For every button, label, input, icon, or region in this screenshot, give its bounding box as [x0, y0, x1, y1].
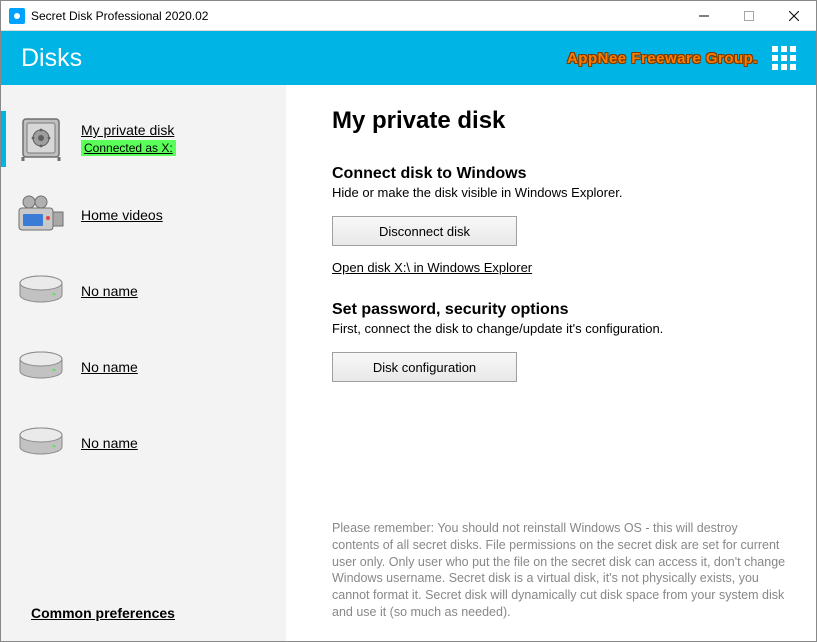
disk-item-noname-1[interactable]: No name — [1, 259, 286, 323]
close-button[interactable] — [771, 1, 816, 30]
camcorder-icon — [15, 191, 67, 239]
app-icon — [9, 8, 25, 24]
header: Disks AppNee Freeware Group. — [1, 31, 816, 85]
main-content: My private disk Connect disk to Windows … — [286, 85, 816, 641]
disk-config-button[interactable]: Disk configuration — [332, 352, 517, 382]
disk-item-private[interactable]: My private disk Connected as X: — [1, 107, 286, 171]
main-title: My private disk — [332, 107, 788, 135]
disconnect-button[interactable]: Disconnect disk — [332, 216, 517, 246]
connect-desc: Hide or make the disk visible in Windows… — [332, 185, 788, 200]
disk-label: No name — [81, 435, 138, 451]
disk-label: My private disk — [81, 122, 174, 138]
disk-item-noname-3[interactable]: No name — [1, 411, 286, 475]
window-title: Secret Disk Professional 2020.02 — [31, 9, 681, 23]
disk-item-noname-2[interactable]: No name — [1, 335, 286, 399]
page-title: Disks — [21, 44, 567, 73]
minimize-button[interactable] — [681, 1, 726, 30]
security-heading: Set password, security options — [332, 301, 788, 319]
footer-note: Please remember: You should not reinstal… — [332, 520, 788, 631]
sidebar: My private disk Connected as X: Home vid… — [1, 85, 286, 641]
maximize-button[interactable] — [726, 1, 771, 30]
disk-label: No name — [81, 283, 138, 299]
drive-icon — [15, 419, 67, 467]
titlebar: Secret Disk Professional 2020.02 — [1, 1, 816, 31]
security-desc: First, connect the disk to change/update… — [332, 321, 788, 336]
open-explorer-link[interactable]: Open disk X:\ in Windows Explorer — [332, 260, 788, 275]
disk-label: Home videos — [81, 207, 163, 223]
apps-grid-icon[interactable] — [772, 46, 796, 70]
disk-item-videos[interactable]: Home videos — [1, 183, 286, 247]
common-preferences-link[interactable]: Common preferences — [31, 605, 175, 621]
connect-heading: Connect disk to Windows — [332, 165, 788, 183]
drive-icon — [15, 343, 67, 391]
safe-icon — [15, 115, 67, 163]
drive-icon — [15, 267, 67, 315]
disk-status: Connected as X: — [81, 140, 176, 156]
brand-label: AppNee Freeware Group. — [567, 50, 758, 67]
disk-label: No name — [81, 359, 138, 375]
window-controls — [681, 1, 816, 30]
